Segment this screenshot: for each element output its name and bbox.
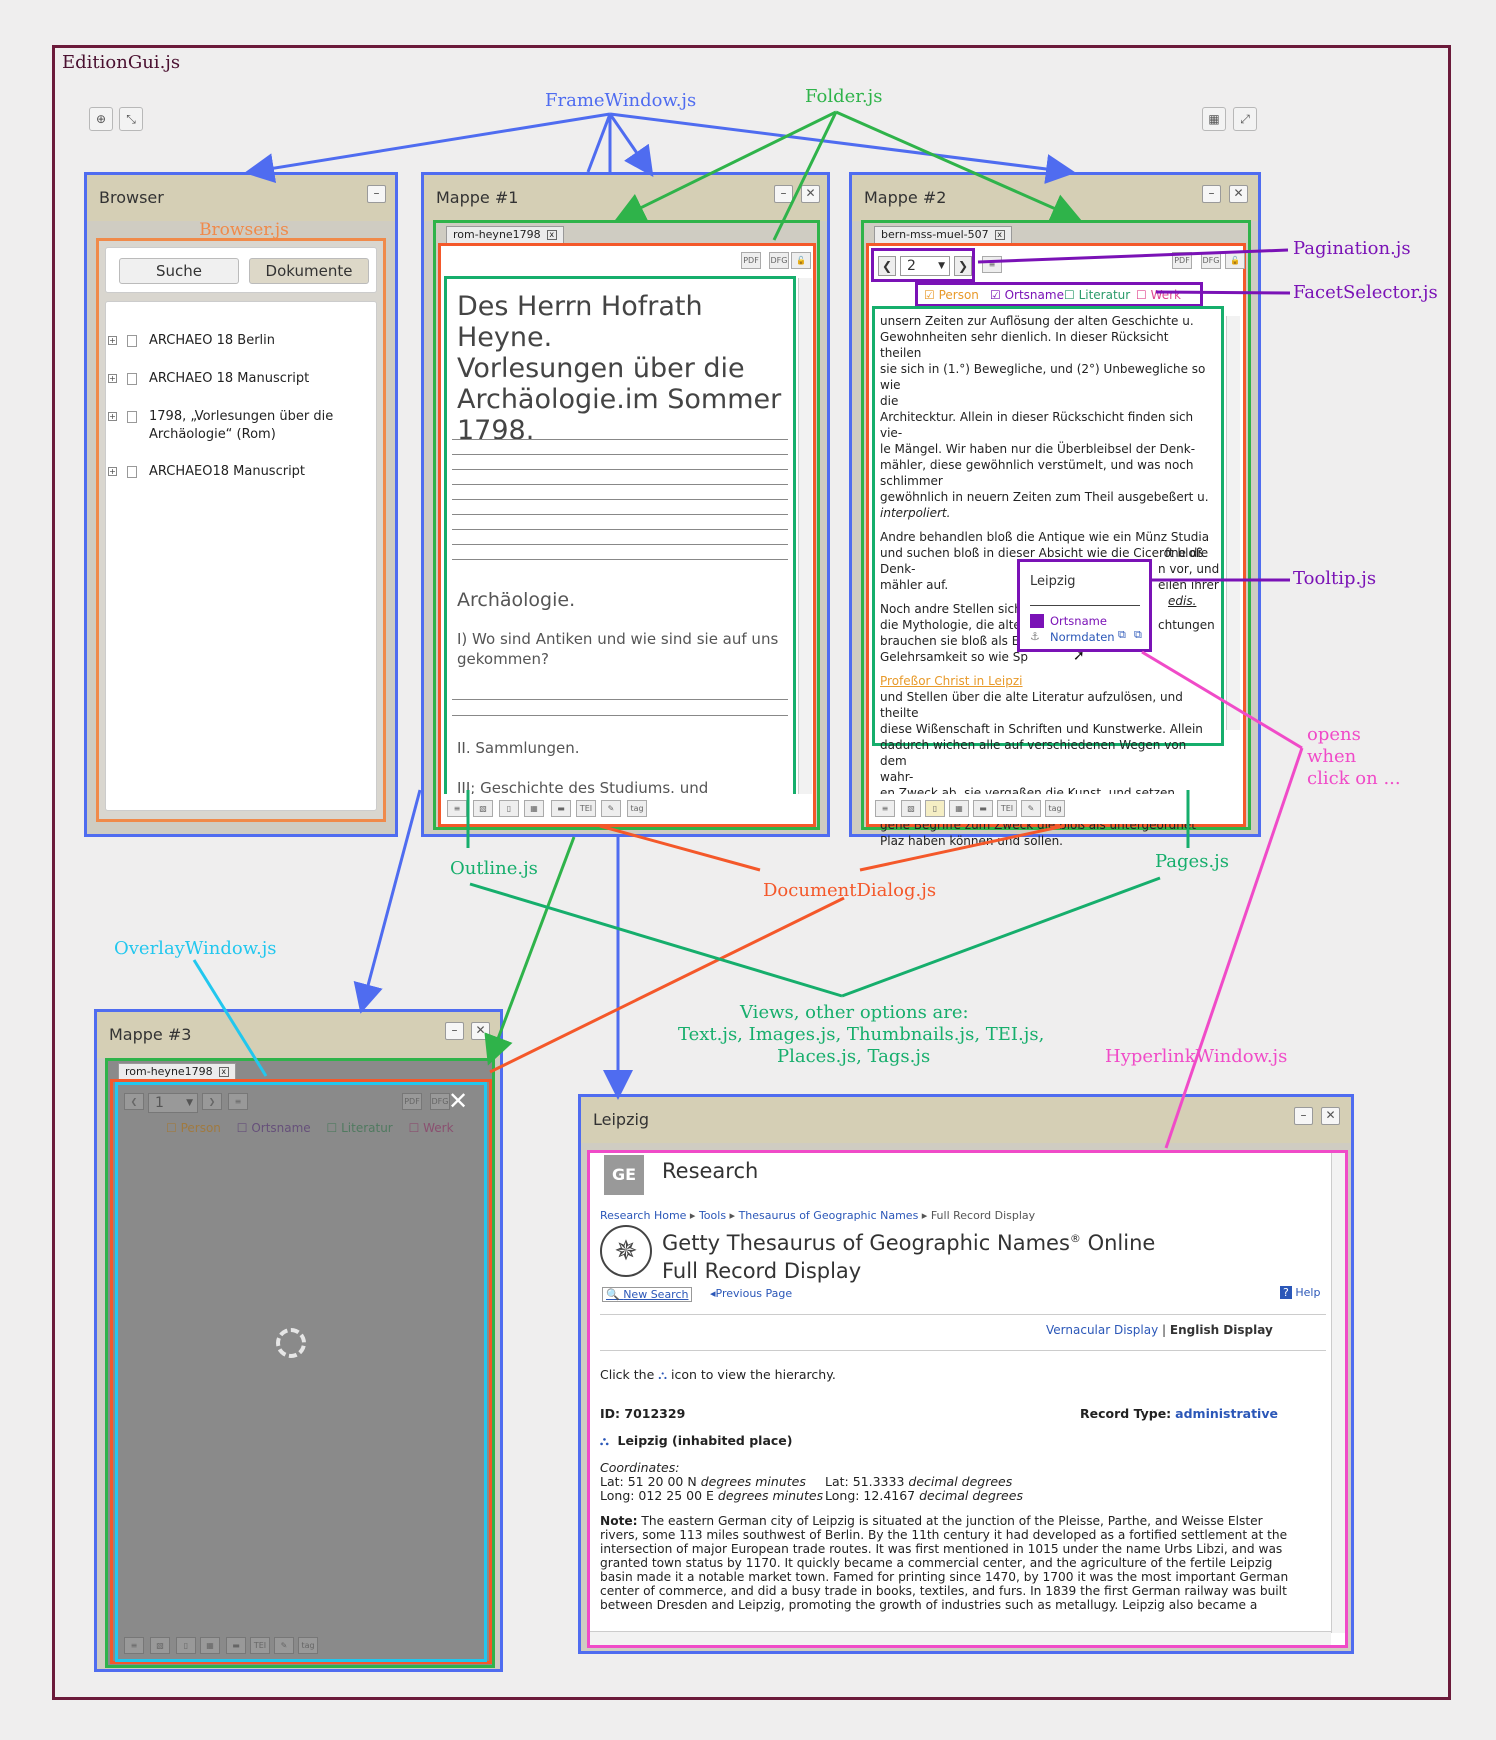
annotation-arrows bbox=[192, 110, 1304, 1149]
opens-label-2: when bbox=[1307, 746, 1357, 767]
opens-label-3: click on ... bbox=[1307, 768, 1401, 789]
folder-label: Folder.js bbox=[805, 86, 883, 107]
views-label-1: Views, other options are: bbox=[740, 1002, 969, 1023]
documentdialog-label: DocumentDialog.js bbox=[763, 880, 937, 901]
views-label-2: Text.js, Images.js, Thumbnails.js, TEI.j… bbox=[678, 1024, 1045, 1045]
facetselector-label: FacetSelector.js bbox=[1293, 282, 1438, 303]
tooltip-label: Tooltip.js bbox=[1293, 568, 1377, 589]
opens-label-1: opens bbox=[1307, 724, 1361, 745]
pages-label: Pages.js bbox=[1155, 851, 1229, 872]
overlaywindow-label: OverlayWindow.js bbox=[114, 938, 277, 959]
framewindow-label: FrameWindow.js bbox=[545, 90, 697, 111]
outline-label: Outline.js bbox=[450, 858, 538, 879]
views-label-3: Places.js, Tags.js bbox=[777, 1046, 931, 1067]
hyperlinkwindow-label: HyperlinkWindow.js bbox=[1105, 1046, 1288, 1067]
pagination-label: Pagination.js bbox=[1293, 238, 1411, 259]
